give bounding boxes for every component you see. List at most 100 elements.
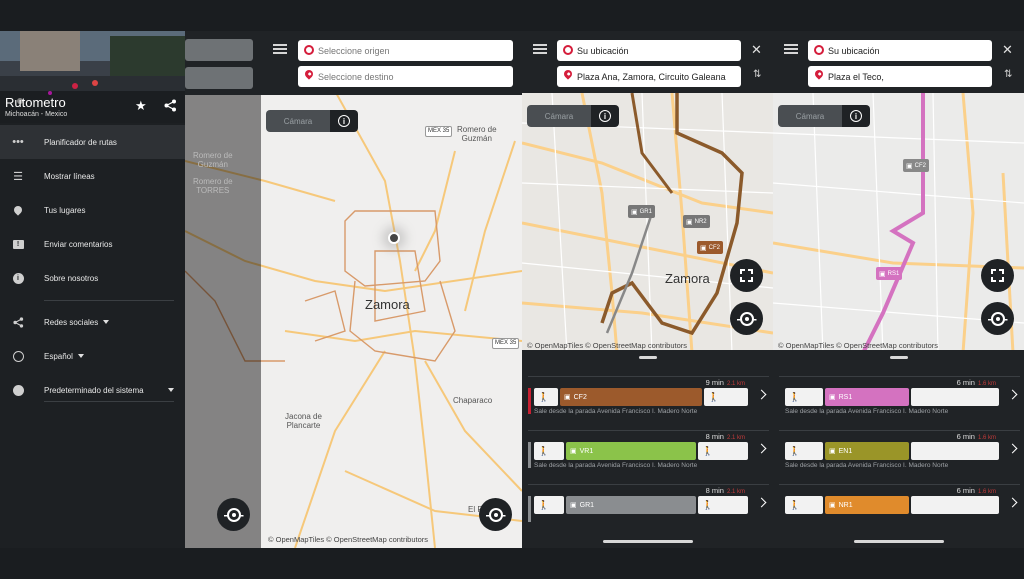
swap-icon[interactable]: ⇅ bbox=[753, 69, 761, 80]
route-time: 6 min 1.6 km bbox=[956, 432, 996, 441]
location-pin-icon bbox=[11, 203, 25, 217]
walk-segment: 🚶 bbox=[698, 442, 748, 460]
my-location-button-dim[interactable] bbox=[217, 498, 250, 531]
origin-input[interactable]: Su ubicación bbox=[557, 40, 741, 61]
info-icon: i bbox=[850, 110, 862, 122]
walk-segment bbox=[911, 442, 999, 460]
feedback-icon: ! bbox=[11, 237, 25, 251]
swap-icon[interactable]: ⇅ bbox=[1004, 69, 1012, 80]
destination-input[interactable]: Seleccione destino bbox=[298, 66, 513, 87]
menu-item-label: Enviar comentarios bbox=[44, 239, 113, 249]
menu-item-route-planner[interactable]: ••• Planificador de rutas bbox=[0, 125, 185, 159]
gesture-bar bbox=[602, 540, 693, 543]
planner-map[interactable]: Romero de Guzmán Romero de TORRES Romero… bbox=[185, 31, 522, 548]
route-map-1[interactable]: ▣ GR1 ▣ NR2 ▣ CF2 Zamora Cámara i © OpenMap… bbox=[522, 93, 773, 353]
route-option[interactable]: 6 min 1.6 km 🚶 ▣ RS1 Sale desde la parada … bbox=[779, 378, 1020, 426]
divider bbox=[779, 484, 1020, 485]
menu-item-social-networks[interactable]: Redes sociales bbox=[0, 305, 185, 339]
route-option[interactable]: 9 min 2.1 km 🚶 ▣ CF2 🚶 Sale desde la parad… bbox=[528, 378, 769, 426]
camera-toggle[interactable]: Cámara i bbox=[778, 105, 870, 127]
chevron-right-icon bbox=[1007, 389, 1018, 400]
menu-item-show-lines[interactable]: ☰ Mostrar líneas bbox=[0, 159, 185, 193]
route-map-2[interactable]: ▣ CF2 ▣ RS1 Cámara i © OpenMapTiles © Open… bbox=[773, 93, 1024, 353]
route-option[interactable]: 6 min 1.6 km 🚶 ▣ NR1 bbox=[779, 486, 1020, 534]
bus-icon: ▣ bbox=[829, 448, 836, 455]
route-time: 6 min 1.6 km bbox=[956, 378, 996, 387]
walk-segment: 🚶 bbox=[534, 388, 558, 406]
highway-shield: MEX 35 bbox=[492, 338, 520, 349]
route-description: Sale desde la parada Avenida Francisco I… bbox=[534, 462, 698, 469]
origin-value: Su ubicación bbox=[828, 45, 880, 56]
route-option[interactable]: 8 min 2.1 km 🚶 ▣ GR1 🚶 bbox=[528, 486, 769, 534]
share-icon[interactable] bbox=[164, 99, 177, 117]
place-label: Romero de TORRES bbox=[193, 177, 233, 196]
close-icon[interactable]: ✕ bbox=[751, 42, 762, 58]
hamburger-menu-icon[interactable] bbox=[533, 44, 547, 54]
camera-toggle[interactable]: Cámara i bbox=[266, 110, 358, 132]
chevron-right-icon bbox=[756, 443, 767, 454]
route-description: Sale desde la parada Avenida Francisco I… bbox=[534, 408, 698, 415]
place-label: Romero de Guzmán bbox=[457, 125, 497, 144]
walk-segment: 🚶 bbox=[785, 442, 823, 460]
menu-item-about-us[interactable]: i Sobre nosotros bbox=[0, 261, 185, 295]
hamburger-menu-icon[interactable] bbox=[784, 44, 798, 54]
bus-stop-marker[interactable]: ▣ RS1 bbox=[876, 267, 903, 280]
screenshot-collage: Romero de Guzmán Romero de TORRES Romero… bbox=[0, 0, 1024, 579]
chevron-down-icon bbox=[77, 354, 84, 359]
fullscreen-button[interactable] bbox=[981, 259, 1014, 292]
menu-item-your-places[interactable]: Tus lugares bbox=[0, 193, 185, 227]
bus-segment: ▣ CF2 bbox=[560, 388, 702, 406]
info-button[interactable]: i bbox=[842, 105, 870, 127]
chevron-right-icon bbox=[756, 389, 767, 400]
map-attribution[interactable]: © OpenMapTiles © OpenStreetMap contribut… bbox=[778, 341, 938, 350]
map-attribution[interactable]: © OpenMapTiles © OpenStreetMap contribut… bbox=[268, 535, 428, 544]
walk-segment: 🚶 bbox=[785, 388, 823, 406]
globe-icon bbox=[11, 349, 25, 363]
divider bbox=[528, 430, 769, 431]
my-location-button[interactable] bbox=[730, 302, 763, 335]
origin-input[interactable]: Su ubicación bbox=[808, 40, 992, 61]
info-icon: i bbox=[338, 115, 350, 127]
map-attribution[interactable]: © OpenMapTiles © OpenStreetMap contribut… bbox=[527, 341, 687, 350]
bus-stop-marker[interactable]: ▣ NR2 bbox=[683, 215, 710, 228]
user-location-marker bbox=[388, 232, 400, 244]
place-label: Chaparaco bbox=[453, 396, 493, 405]
hamburger-menu-icon[interactable] bbox=[273, 44, 287, 54]
destination-placeholder: Seleccione destino bbox=[318, 71, 394, 82]
bus-stop-marker[interactable]: ▣ CF2 bbox=[697, 241, 723, 254]
chevron-right-icon bbox=[1007, 443, 1018, 454]
menu-item-send-feedback[interactable]: ! Enviar comentarios bbox=[0, 227, 185, 261]
place-label: Jacona de Plancarte bbox=[285, 412, 322, 431]
destination-input[interactable]: Plaza el Teco, bbox=[808, 66, 992, 87]
info-button[interactable]: i bbox=[591, 105, 619, 127]
origin-value: Su ubicación bbox=[577, 45, 629, 56]
sheet-handle[interactable] bbox=[889, 356, 908, 359]
routes-bottom-sheet: 9 min 2.1 km 🚶 ▣ CF2 🚶 Sale desde la parad… bbox=[522, 350, 773, 548]
walk-icon: 🚶 bbox=[538, 445, 550, 456]
bus-segment: ▣ EN1 bbox=[825, 442, 909, 460]
origin-input[interactable]: Seleccione origen bbox=[298, 40, 513, 61]
origin-pin-icon bbox=[563, 45, 573, 55]
my-location-button[interactable] bbox=[981, 302, 1014, 335]
gesture-bar bbox=[853, 540, 944, 543]
info-button[interactable]: i bbox=[330, 110, 358, 132]
app-subtitle: Michoacán - Mexico bbox=[5, 111, 68, 118]
dimmed-field bbox=[185, 67, 253, 89]
highway-shield: MEX 35 bbox=[425, 126, 453, 137]
favorite-star-icon[interactable]: ★ bbox=[135, 98, 147, 114]
bus-stop-marker[interactable]: ▣ GR1 bbox=[628, 205, 655, 218]
camera-toggle[interactable]: Cámara i bbox=[527, 105, 619, 127]
route-time: 8 min 2.1 km bbox=[705, 432, 745, 441]
list-icon: ☰ bbox=[13, 170, 23, 183]
bus-stop-marker[interactable]: ▣ CF2 bbox=[903, 159, 929, 172]
route-option[interactable]: 6 min 1.6 km 🚶 ▣ EN1 Sale desde la parada … bbox=[779, 432, 1020, 480]
destination-input[interactable]: Plaza Ana, Zamora, Circuito Galeana bbox=[557, 66, 741, 87]
my-location-button[interactable] bbox=[479, 498, 512, 531]
route-option[interactable]: 8 min 2.1 km 🚶 ▣ VR1 🚶 Sale desde la parad… bbox=[528, 432, 769, 480]
fullscreen-button[interactable] bbox=[730, 259, 763, 292]
close-icon[interactable]: ✕ bbox=[1002, 42, 1013, 58]
language-select[interactable]: Español bbox=[0, 339, 185, 373]
sheet-handle[interactable] bbox=[638, 356, 657, 359]
bus-icon: ▣ bbox=[879, 270, 886, 278]
destination-pin-icon bbox=[813, 68, 825, 80]
